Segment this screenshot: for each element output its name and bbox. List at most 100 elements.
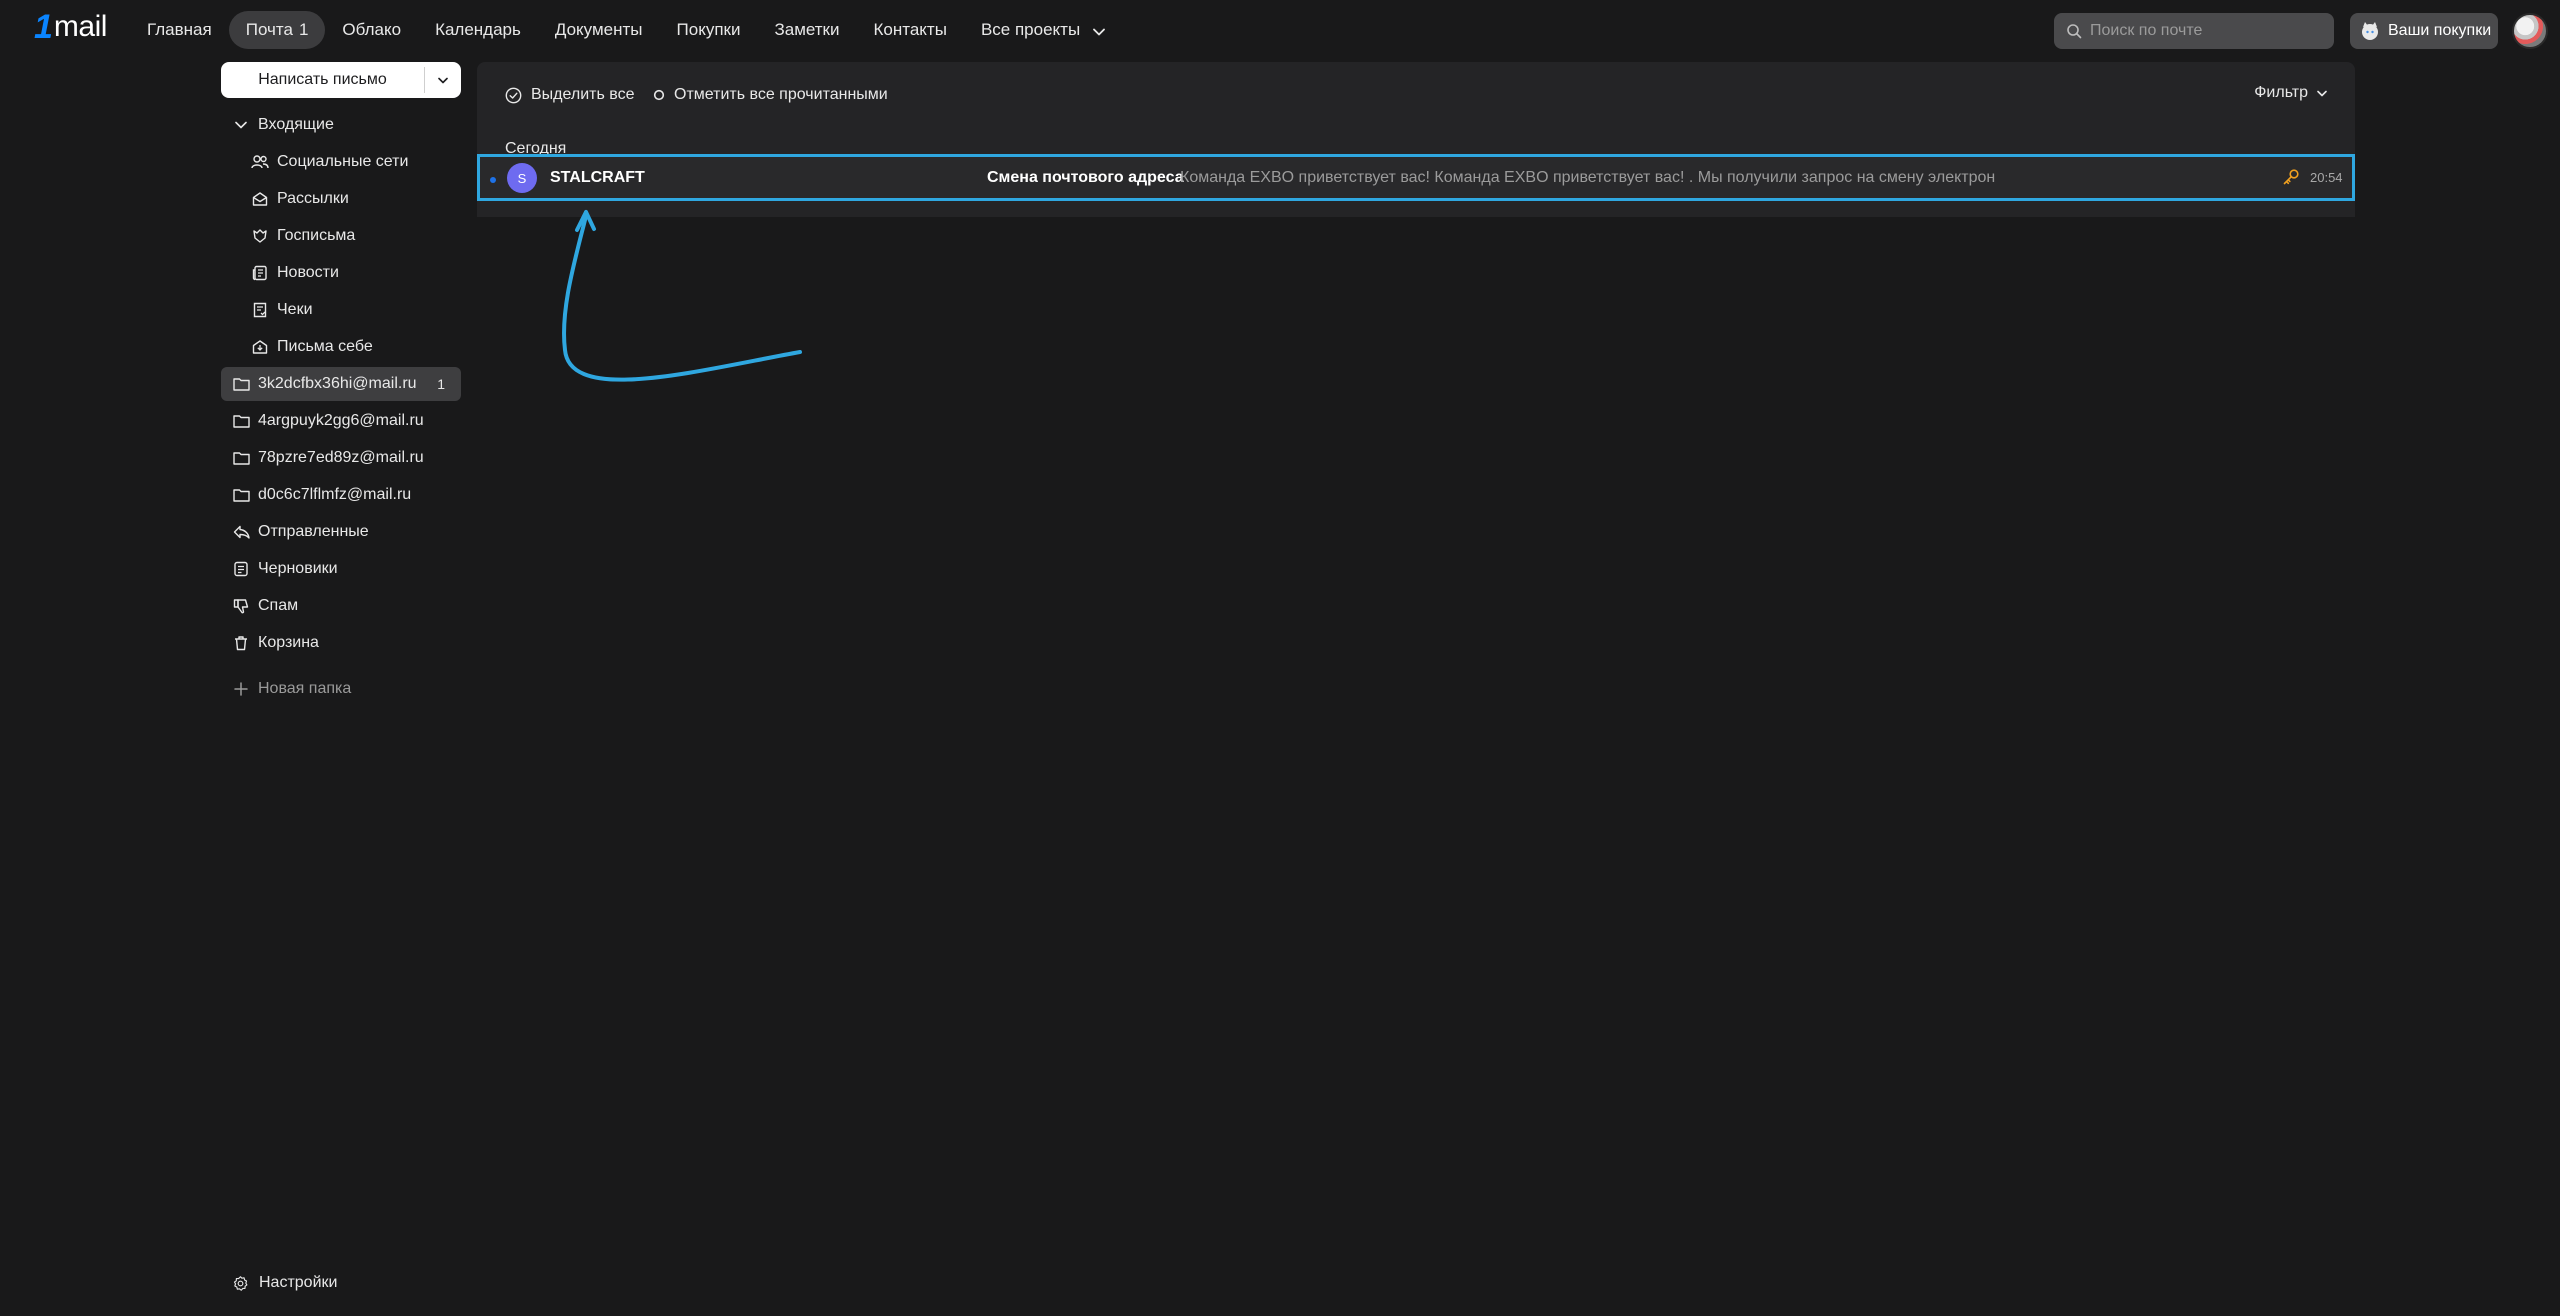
settings-link[interactable]: Настройки xyxy=(232,1274,337,1292)
category-news-label: Новости xyxy=(277,264,339,281)
newspaper-icon xyxy=(251,264,269,282)
main-nav: Главная Почта 1 Облако Календарь Документ… xyxy=(130,11,1122,49)
folder-drafts-label: Черновики xyxy=(258,560,338,577)
annotation-arrow xyxy=(562,210,802,382)
folder-account-1[interactable]: 3k2dcfbx36hi@mail.ru 1 xyxy=(221,367,461,401)
category-social[interactable]: Социальные сети xyxy=(221,145,461,179)
message-row[interactable]: S STALCRAFT Смена почтового адреса Коман… xyxy=(477,154,2355,201)
select-all-label: Выделить все xyxy=(531,86,635,103)
sender-name: STALCRAFT xyxy=(550,169,645,186)
nav-mail-label: Почта xyxy=(245,20,293,39)
cat-icon xyxy=(2360,21,2380,41)
purchases-button[interactable]: Ваши покупки xyxy=(2350,13,2498,49)
plus-icon xyxy=(232,680,250,698)
nav-all-projects-label: Все проекты xyxy=(980,20,1081,39)
circle-dot-icon xyxy=(653,89,665,101)
new-folder-label: Новая папка xyxy=(258,680,352,697)
category-social-label: Социальные сети xyxy=(277,153,409,170)
nav-contacts-label: Контакты xyxy=(873,20,947,39)
filter-button[interactable]: Фильтр xyxy=(2254,84,2327,102)
envelope-open-icon xyxy=(251,190,269,208)
category-receipts[interactable]: Чеки xyxy=(221,293,461,327)
gear-icon xyxy=(232,1275,249,1292)
user-avatar[interactable] xyxy=(2512,13,2548,49)
nav-cloud[interactable]: Облако xyxy=(325,11,418,49)
spam-icon xyxy=(232,597,250,615)
trash-icon xyxy=(232,634,250,652)
folder-sent[interactable]: Отправленные xyxy=(221,515,461,549)
chevron-down-icon xyxy=(2317,90,2327,96)
folder-account-1-label: 3k2dcfbx36hi@mail.ru xyxy=(258,375,417,392)
folder-drafts[interactable]: Черновики xyxy=(221,552,461,586)
mail-logo[interactable]: 1 mail xyxy=(34,8,107,44)
chevron-down-icon xyxy=(1093,12,1105,50)
nav-purchases-label: Покупки xyxy=(676,20,741,39)
nav-all-projects[interactable]: Все проекты xyxy=(964,11,1122,49)
check-circle-icon xyxy=(505,87,522,104)
folder-inbox[interactable]: Входящие xyxy=(221,108,461,142)
nav-purchases[interactable]: Покупки xyxy=(660,11,758,49)
category-gov[interactable]: Госписьма xyxy=(221,219,461,253)
category-newsletters[interactable]: Рассылки xyxy=(221,182,461,216)
message-subject: Смена почтового адреса xyxy=(987,169,1184,186)
compose-button-label: Написать письмо xyxy=(258,71,387,88)
select-all-button[interactable]: Выделить все xyxy=(505,84,634,106)
nav-calendar-label: Календарь xyxy=(435,20,521,39)
chevron-down-icon xyxy=(438,77,448,83)
purchases-button-label: Ваши покупки xyxy=(2388,22,2492,39)
folder-trash-label: Корзина xyxy=(258,634,319,651)
top-bar: 1 mail Главная Почта 1 Облако Календарь До… xyxy=(0,0,2560,60)
unread-indicator[interactable] xyxy=(490,177,496,183)
category-receipts-label: Чеки xyxy=(277,301,313,318)
message-snippet: Команда EXBO приветствует вас! Команда E… xyxy=(1180,169,1996,186)
emblem-icon xyxy=(251,227,269,245)
search-icon xyxy=(2066,23,2082,39)
folder-spam[interactable]: Спам xyxy=(221,589,461,623)
nav-calendar[interactable]: Календарь xyxy=(418,11,538,49)
mark-all-read-label: Отметить все прочитанными xyxy=(674,86,888,103)
folder-trash[interactable]: Корзина xyxy=(221,626,461,660)
self-mail-icon xyxy=(251,338,269,356)
category-news[interactable]: Новости xyxy=(221,256,461,290)
nav-contacts[interactable]: Контакты xyxy=(857,11,964,49)
receipt-icon xyxy=(251,301,269,319)
folder-account-2-label: 4argpuyk2gg6@mail.ru xyxy=(258,412,424,429)
category-self[interactable]: Письма себе xyxy=(221,330,461,364)
category-self-label: Письма себе xyxy=(277,338,373,355)
nav-documents[interactable]: Документы xyxy=(538,11,660,49)
folder-icon xyxy=(232,375,250,393)
filter-label: Фильтр xyxy=(2254,84,2308,101)
nav-mail-count: 1 xyxy=(298,20,309,39)
new-folder-button[interactable]: Новая папка xyxy=(221,672,461,706)
nav-home-label: Главная xyxy=(147,20,212,39)
folder-icon xyxy=(232,449,250,467)
search-box[interactable] xyxy=(2054,13,2334,49)
people-icon xyxy=(251,153,269,171)
folder-account-3-label: 78pzre7ed89z@mail.ru xyxy=(258,449,424,466)
category-gov-label: Госписьма xyxy=(277,227,356,244)
nav-notes-label: Заметки xyxy=(774,20,840,39)
sender-avatar: S xyxy=(507,163,537,193)
unread-badge: 1 xyxy=(437,376,445,392)
folder-account-2[interactable]: 4argpuyk2gg6@mail.ru xyxy=(221,404,461,438)
mark-all-read-button[interactable]: Отметить все прочитанными xyxy=(653,84,888,106)
folder-account-3[interactable]: 78pzre7ed89z@mail.ru xyxy=(221,441,461,475)
compose-button[interactable]: Написать письмо xyxy=(221,62,461,98)
sent-icon xyxy=(232,523,250,541)
nav-mail[interactable]: Почта 1 xyxy=(228,11,326,49)
settings-label: Настройки xyxy=(259,1274,338,1291)
folder-icon xyxy=(232,412,250,430)
key-icon xyxy=(2282,168,2300,186)
folder-account-4[interactable]: d0c6c7lflmfz@mail.ru xyxy=(221,478,461,512)
search-input[interactable] xyxy=(2088,21,2322,41)
list-toolbar: Выделить все Отметить все прочитанными Ф… xyxy=(477,62,2355,129)
nav-cloud-label: Облако xyxy=(342,20,402,39)
nav-home[interactable]: Главная xyxy=(130,11,229,49)
drafts-icon xyxy=(232,560,250,578)
category-newsletters-label: Рассылки xyxy=(277,190,349,207)
folder-sent-label: Отправленные xyxy=(258,523,369,540)
folder-spam-label: Спам xyxy=(258,597,299,614)
nav-notes[interactable]: Заметки xyxy=(757,11,856,49)
chevron-down-icon[interactable] xyxy=(232,116,250,134)
compose-dropdown-button[interactable] xyxy=(425,77,461,84)
